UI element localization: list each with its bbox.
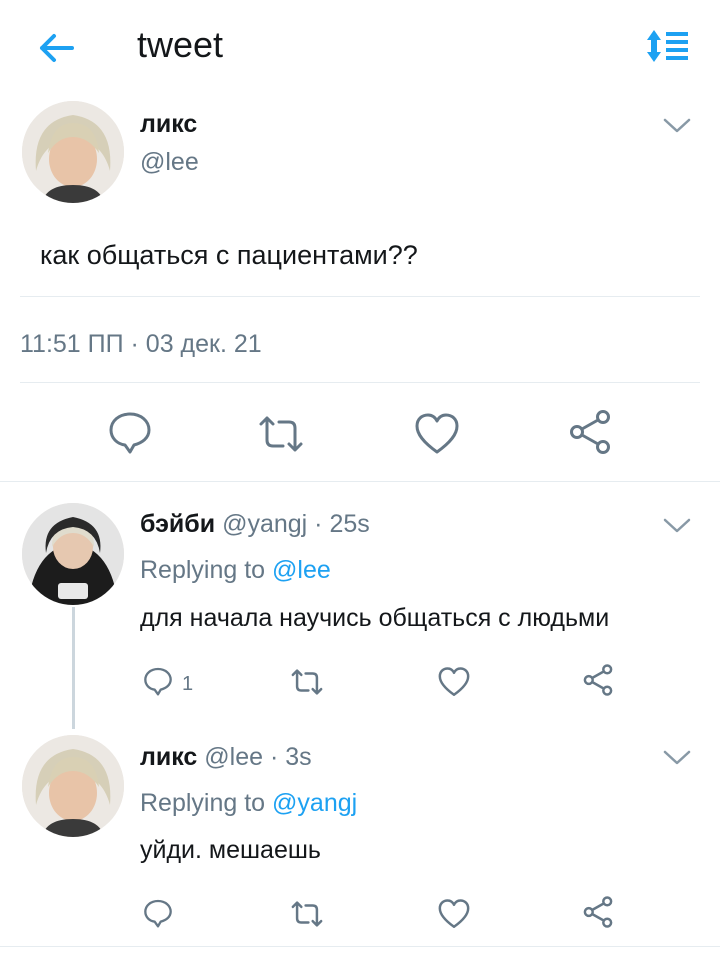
reply-time: · 25s (314, 510, 370, 538)
author-handle[interactable]: @yangj (222, 510, 307, 538)
heart-icon (415, 413, 459, 454)
replying-label: Replying to (140, 556, 266, 584)
author-name[interactable]: ликс (140, 110, 197, 139)
avatar[interactable] (22, 101, 124, 203)
back-button[interactable] (36, 28, 76, 68)
sort-icon (647, 30, 688, 62)
replying-label: Replying to (140, 789, 266, 817)
reply-text: для начала научись общаться с людьми (140, 604, 610, 632)
heart-icon (438, 667, 470, 696)
replying-to: Replying to @yangj (140, 789, 357, 818)
retweet-icon (259, 416, 303, 452)
speech-bubble-icon (144, 899, 172, 928)
divider (0, 481, 720, 482)
more-button[interactable] (662, 116, 692, 136)
chevron-down-icon (663, 518, 691, 533)
like-button[interactable] (437, 665, 471, 699)
speech-bubble-icon (144, 667, 172, 696)
reply-button[interactable] (106, 408, 154, 456)
divider (0, 946, 720, 947)
retweet-icon (291, 901, 323, 927)
replying-link[interactable]: @yangj (272, 789, 357, 817)
speech-bubble-icon (109, 412, 151, 454)
chevron-down-icon (663, 750, 691, 765)
heart-icon (438, 899, 470, 928)
reply-button[interactable] (142, 897, 176, 931)
tweet-timestamp: 11:51 ПП · 03 дек. 21 (20, 330, 262, 358)
share-button[interactable] (581, 663, 615, 697)
reply-button[interactable]: 1 (142, 665, 212, 697)
reply-header: ликс @lee · 3s (140, 743, 312, 772)
chevron-down-icon (663, 118, 691, 133)
retweet-button[interactable] (290, 897, 324, 931)
share-button[interactable] (566, 408, 614, 456)
replying-to: Replying to @lee (140, 556, 331, 585)
share-button[interactable] (581, 895, 615, 929)
retweet-button[interactable] (290, 665, 324, 699)
page-title: tweet (137, 24, 224, 65)
retweet-icon (291, 669, 323, 695)
more-button[interactable] (662, 516, 692, 536)
reply-text: уйди. мешаешь (140, 836, 321, 864)
retweet-button[interactable] (257, 410, 305, 458)
share-icon (570, 410, 610, 454)
author-handle[interactable]: @lee (140, 148, 199, 177)
share-icon (583, 664, 613, 696)
avatar[interactable] (22, 735, 124, 837)
reply-time: · 3s (270, 743, 312, 771)
share-icon (583, 896, 613, 928)
reply-header: бэйби @yangj · 25s (140, 510, 370, 539)
author-name[interactable]: ликс (140, 743, 197, 771)
more-button[interactable] (662, 748, 692, 768)
arrow-left-icon (40, 34, 74, 62)
thread-line (72, 607, 75, 729)
like-button[interactable] (413, 410, 461, 458)
replying-link[interactable]: @lee (272, 556, 331, 584)
reply-count: 1 (182, 673, 194, 695)
divider (20, 382, 700, 383)
divider (20, 296, 700, 297)
author-name[interactable]: бэйби (140, 510, 215, 538)
tweet-text: как общаться с пациентами?? (40, 240, 418, 270)
avatar[interactable] (22, 503, 124, 605)
sort-button[interactable] (646, 26, 690, 66)
like-button[interactable] (437, 897, 471, 931)
author-handle[interactable]: @lee (204, 743, 263, 771)
